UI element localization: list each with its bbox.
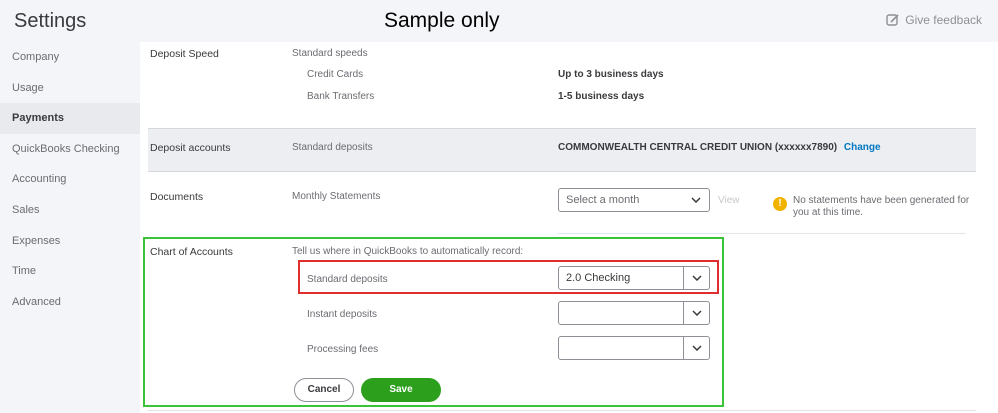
instant-deposits-account-select[interactable] xyxy=(558,301,710,325)
chart-of-accounts-title: Chart of Accounts xyxy=(150,246,233,258)
give-feedback-label: Give feedback xyxy=(905,13,982,27)
view-statement-link[interactable]: View xyxy=(718,195,740,206)
page-title: Settings xyxy=(14,10,87,32)
sidebar-item-company[interactable]: Company xyxy=(0,42,140,73)
sidebar-item-accounting[interactable]: Accounting xyxy=(0,164,140,195)
standard-deposits-highlight xyxy=(298,260,719,294)
sidebar-item-sales[interactable]: Sales xyxy=(0,195,140,226)
chevron-down-icon xyxy=(683,189,709,211)
deposit-accounts-section: Deposit accounts Standard deposits COMMO… xyxy=(148,128,976,172)
documents-divider xyxy=(558,233,966,234)
processing-fees-field-label: Processing fees xyxy=(307,344,379,355)
no-statements-notice: No statements have been generated for yo… xyxy=(793,195,970,218)
statement-month-select[interactable]: Select a month xyxy=(558,188,710,212)
bank-account-name: COMMONWEALTH CENTRAL CREDIT UNION (xxxxx… xyxy=(558,142,838,153)
sidebar-item-time[interactable]: Time xyxy=(0,256,140,287)
monthly-statements-label: Monthly Statements xyxy=(292,191,381,202)
chevron-down-icon xyxy=(683,302,709,324)
save-button[interactable]: Save xyxy=(361,378,441,402)
chart-of-accounts-instruction: Tell us where in QuickBooks to automatic… xyxy=(292,246,524,257)
change-account-link[interactable]: Change xyxy=(844,142,881,153)
deposit-speed-section: Deposit Speed Standard speeds Credit Car… xyxy=(148,42,976,128)
chevron-down-icon xyxy=(683,337,709,359)
deposit-accounts-title: Deposit accounts xyxy=(150,142,231,154)
settings-sidebar: Company Usage Payments QuickBooks Checki… xyxy=(0,42,140,413)
edit-feedback-icon xyxy=(886,14,899,26)
deposit-bank-account: COMMONWEALTH CENTRAL CREDIT UNION (xxxxx… xyxy=(558,142,881,153)
settings-content: Deposit Speed Standard speeds Credit Car… xyxy=(140,42,998,413)
sidebar-item-expenses[interactable]: Expenses xyxy=(0,226,140,257)
sidebar-item-advanced[interactable]: Advanced xyxy=(0,287,140,318)
processing-fees-account-select[interactable] xyxy=(558,336,710,360)
give-feedback-link[interactable]: Give feedback xyxy=(886,13,982,27)
bottom-divider xyxy=(148,410,976,411)
credit-cards-speed: Up to 3 business days xyxy=(558,69,664,80)
sidebar-item-usage[interactable]: Usage xyxy=(0,73,140,104)
top-bar: Settings Sample only Give feedback xyxy=(0,0,998,42)
warning-icon: ! xyxy=(773,197,787,211)
standard-speeds-label: Standard speeds xyxy=(292,48,368,59)
deposit-speed-title: Deposit Speed xyxy=(150,48,219,60)
standard-deposits-label: Standard deposits xyxy=(292,142,373,153)
documents-title: Documents xyxy=(150,191,204,203)
sidebar-item-payments[interactable]: Payments xyxy=(0,103,140,134)
statement-month-placeholder: Select a month xyxy=(566,194,640,206)
sample-watermark: Sample only xyxy=(384,9,500,32)
documents-section: Documents Monthly Statements Select a mo… xyxy=(148,173,976,235)
credit-cards-label: Credit Cards xyxy=(307,69,364,80)
sidebar-item-quickbooks-checking[interactable]: QuickBooks Checking xyxy=(0,134,140,165)
bank-transfers-label: Bank Transfers xyxy=(307,91,375,102)
bank-transfers-speed: 1-5 business days xyxy=(558,91,645,102)
instant-deposits-field-label: Instant deposits xyxy=(307,309,378,320)
cancel-button[interactable]: Cancel xyxy=(294,378,354,402)
